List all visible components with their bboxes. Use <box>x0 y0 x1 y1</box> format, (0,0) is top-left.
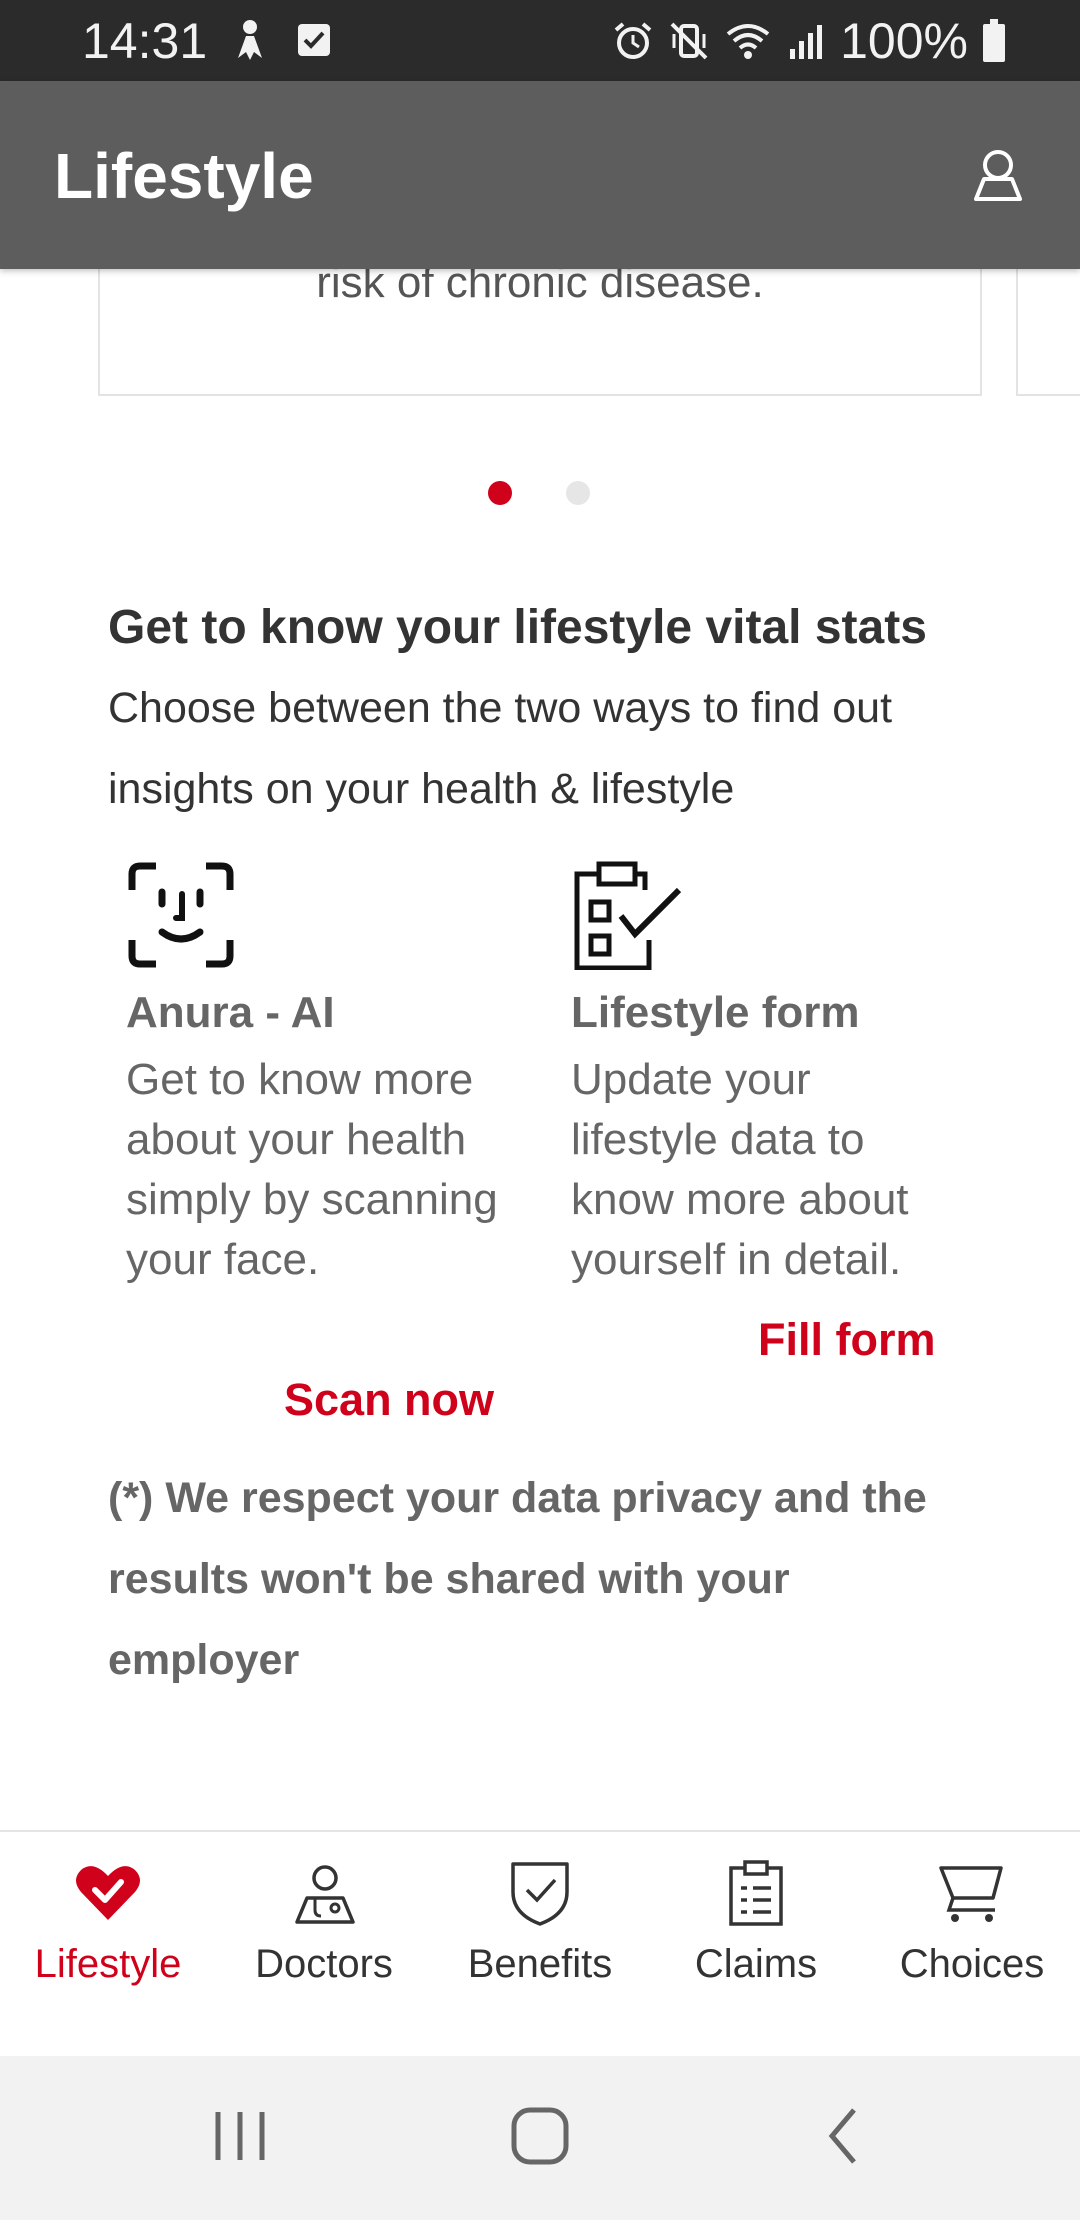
anura-ai-option: Anura - AI Get to know more about your h… <box>126 860 506 1284</box>
scan-now-button[interactable]: Scan now <box>284 1374 494 1426</box>
nav-item-claims[interactable]: Claims <box>648 1858 864 1987</box>
shield-check-icon <box>511 1862 569 1926</box>
bottom-nav: Lifestyle Doctors Benefits Claims Choice… <box>0 1830 1080 2058</box>
app-bar: Lifestyle <box>0 81 1080 269</box>
lifestyle-form-description: Update your lifestyle data to know more … <box>571 1055 909 1284</box>
face-scan-icon <box>128 862 234 968</box>
nav-item-lifestyle[interactable]: Lifestyle <box>0 1858 216 1987</box>
status-time: 14:31 <box>82 13 208 69</box>
clipboard-icon <box>729 1860 783 1926</box>
status-bar: 14:31 100% <box>0 0 1080 81</box>
system-nav-bar <box>0 2056 1080 2220</box>
lifestyle-form-option: Lifestyle form Update your lifestyle dat… <box>571 860 951 1284</box>
back-icon[interactable] <box>804 2096 884 2176</box>
lifestyle-form-title: Lifestyle form <box>571 988 860 1037</box>
profile-icon[interactable] <box>966 143 1030 207</box>
alarm-icon <box>614 22 652 59</box>
heart-check-icon <box>76 1866 140 1920</box>
clipboard-checklist-icon <box>574 861 682 971</box>
privacy-note: (*) We respect your data privacy and the… <box>108 1474 927 1684</box>
doctor-icon <box>295 1865 355 1924</box>
battery-percent: 100% <box>840 13 968 69</box>
section-subtitle: Choose between the two ways to find out … <box>108 684 893 813</box>
nav-item-choices[interactable]: Choices <box>864 1858 1080 1987</box>
nav-item-doctors[interactable]: Doctors <box>216 1858 432 1987</box>
nav-label-benefits: Benefits <box>467 1942 613 1986</box>
battery-icon <box>983 19 1005 62</box>
nav-label-choices: Choices <box>899 1942 1045 1986</box>
vibrate-icon <box>670 22 708 60</box>
fill-form-button[interactable]: Fill form <box>758 1314 936 1366</box>
recent-apps-icon[interactable] <box>200 2096 280 2176</box>
nav-item-benefits[interactable]: Benefits <box>432 1858 648 1987</box>
person-icon <box>238 20 262 60</box>
cart-icon <box>939 1866 1003 1922</box>
anura-ai-title: Anura - AI <box>126 988 335 1037</box>
carousel-dot-1[interactable] <box>488 481 512 505</box>
wifi-icon <box>726 24 770 59</box>
signal-icon <box>790 25 823 59</box>
nav-label-claims: Claims <box>694 1942 818 1986</box>
section-title: Get to know your lifestyle vital stats <box>108 601 927 654</box>
anura-ai-description: Get to know more about your health simpl… <box>126 1055 498 1284</box>
home-icon[interactable] <box>500 2096 580 2176</box>
nav-label-lifestyle: Lifestyle <box>34 1942 182 1986</box>
checkbox-icon <box>298 24 330 56</box>
page-title: Lifestyle <box>54 140 314 212</box>
carousel-dot-2[interactable] <box>566 481 590 505</box>
nav-label-doctors: Doctors <box>255 1942 393 1986</box>
